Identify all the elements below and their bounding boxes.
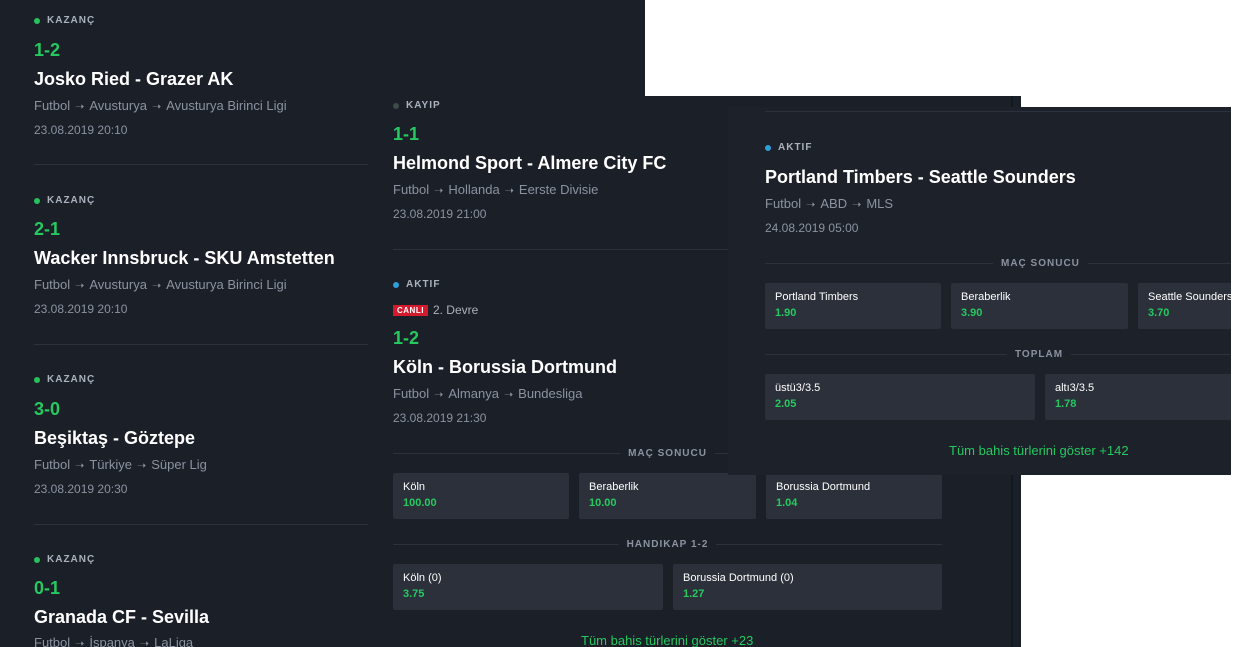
period-label: 2. Devre <box>432 303 479 317</box>
live-badge: CANLI <box>393 304 428 316</box>
match-score: 2-1 <box>34 219 61 239</box>
arrow-right-icon: ➝ <box>139 638 150 647</box>
status-label: KAZANÇ <box>34 195 95 206</box>
status-label: KAZANÇ <box>34 554 95 565</box>
arrow-right-icon: ➝ <box>852 199 862 211</box>
status-dot-icon <box>34 17 40 24</box>
odd-value: 2.05 <box>775 398 797 410</box>
match-date: 23.08.2019 20:10 <box>34 123 128 137</box>
odd-label: Köln (0) <box>403 572 442 584</box>
market-header: HANDIKAP 1-2 <box>393 539 942 550</box>
match-title: Helmond Sport - Almere City FC <box>393 153 667 173</box>
divider <box>34 344 368 345</box>
odd-button[interactable]: üstü3/3.5 2.05 <box>765 374 1035 420</box>
odd-label: altı3/3.5 <box>1055 382 1095 394</box>
match-path: Futbol ➝ Hollanda ➝ Eerste Divisie <box>393 182 599 197</box>
odd-button[interactable]: Seattle Sounders 3.70 <box>1138 283 1231 329</box>
match-path: Futbol ➝ ABD ➝ MLS <box>765 196 894 211</box>
show-all-bets-link[interactable]: Tüm bahis türlerini göster +23 <box>581 633 753 647</box>
match-title: Beşiktaş - Göztepe <box>34 428 196 448</box>
status-dot-icon <box>34 376 40 383</box>
match-score: 0-1 <box>34 578 61 598</box>
market-header: MAÇ SONUCU <box>765 258 1231 269</box>
match-title: Granada CF - Sevilla <box>34 607 210 627</box>
match-path: Futbol ➝ İspanya ➝ LaLiga <box>34 635 193 647</box>
odd-button[interactable]: Portland Timbers 1.90 <box>765 283 941 329</box>
arrow-right-icon: ➝ <box>75 460 85 472</box>
arrow-right-icon: ➝ <box>434 389 444 401</box>
odd-button[interactable]: Beraberlik 3.90 <box>951 283 1128 329</box>
odd-button[interactable]: Borussia Dortmund 1.04 <box>766 473 942 519</box>
odd-value: 1.04 <box>776 497 798 509</box>
live-indicator: CANLI 2. Devre <box>393 303 478 317</box>
arrow-right-icon: ➝ <box>434 185 444 197</box>
match-path: Futbol ➝ Avusturya ➝ Avusturya Birinci Ligi <box>34 277 287 292</box>
odd-label: Portland Timbers <box>775 291 859 303</box>
status-dot-icon <box>34 197 40 204</box>
match-title: Köln - Borussia Dortmund <box>393 357 617 377</box>
odd-value: 100.00 <box>403 497 437 509</box>
match-path: Futbol ➝ Türkiye ➝ Süper Lig <box>34 457 207 472</box>
status-dot-icon <box>765 144 771 151</box>
odd-label: Borussia Dortmund (0) <box>683 572 794 584</box>
status-label: KAZANÇ <box>34 15 95 26</box>
arrow-right-icon: ➝ <box>75 638 85 647</box>
odd-value: 1.90 <box>775 307 797 319</box>
market-header: TOPLAM <box>765 349 1231 360</box>
match-title: Josko Ried - Grazer AK <box>34 69 234 89</box>
odd-button[interactable]: altı3/3.5 1.78 <box>1045 374 1231 420</box>
arrow-right-icon: ➝ <box>75 101 85 113</box>
odd-label: üstü3/3.5 <box>775 382 821 394</box>
odd-value: 1.78 <box>1055 398 1077 410</box>
status-label: KAZANÇ <box>34 374 95 385</box>
status-label: KAYIP <box>393 100 441 111</box>
odd-label: Beraberlik <box>961 291 1011 303</box>
show-all-bets-link[interactable]: Tüm bahis türlerini göster +142 <box>949 443 1129 458</box>
status-label: AKTIF <box>765 142 812 153</box>
match-path: Futbol ➝ Almanya ➝ Bundesliga <box>393 386 583 401</box>
match-date: 24.08.2019 05:00 <box>765 221 859 235</box>
status-dot-icon <box>34 556 40 563</box>
arrow-right-icon: ➝ <box>75 280 85 292</box>
match-score: 1-2 <box>34 40 61 60</box>
odd-label: Borussia Dortmund <box>776 481 871 493</box>
match-path: Futbol ➝ Avusturya ➝ Avusturya Birinci Ligi <box>34 98 287 113</box>
divider <box>34 164 368 165</box>
match-score: 3-0 <box>34 399 61 419</box>
arrow-right-icon: ➝ <box>503 389 514 401</box>
arrow-right-icon: ➝ <box>806 199 816 211</box>
odd-button[interactable]: Beraberlik 10.00 <box>579 473 756 519</box>
odd-button[interactable]: Borussia Dortmund (0) 1.27 <box>673 564 942 610</box>
odd-label: Köln <box>403 481 426 493</box>
odd-value: 1.27 <box>683 588 705 600</box>
odd-value: 10.00 <box>589 497 617 509</box>
divider <box>34 524 368 525</box>
match-date: 23.08.2019 21:00 <box>393 207 487 221</box>
odd-value: 3.90 <box>961 307 983 319</box>
status-dot-icon <box>393 281 399 288</box>
arrow-right-icon: ➝ <box>151 280 162 292</box>
odd-label: Seattle Sounders <box>1148 291 1231 303</box>
match-title: Portland Timbers - Seattle Sounders <box>765 167 1076 187</box>
match-score: 1-2 <box>393 328 420 348</box>
odd-value: 3.75 <box>403 588 425 600</box>
match-score: 1-1 <box>393 124 420 144</box>
divider <box>765 111 1231 112</box>
status-dot-icon <box>393 102 399 109</box>
status-label: AKTIF <box>393 279 440 290</box>
match-date: 23.08.2019 20:30 <box>34 482 128 496</box>
odd-label: Beraberlik <box>589 481 639 493</box>
odd-button[interactable]: Köln 100.00 <box>393 473 569 519</box>
match-title: Wacker Innsbruck - SKU Amstetten <box>34 248 335 268</box>
right-match-panel: AKTIF Portland Timbers - Seattle Sounder… <box>728 107 1231 475</box>
odd-button[interactable]: Köln (0) 3.75 <box>393 564 663 610</box>
arrow-right-icon: ➝ <box>151 101 162 113</box>
odd-value: 3.70 <box>1148 307 1170 319</box>
match-date: 23.08.2019 20:10 <box>34 302 128 316</box>
arrow-right-icon: ➝ <box>504 185 514 197</box>
arrow-right-icon: ➝ <box>136 460 147 472</box>
match-date: 23.08.2019 21:30 <box>393 411 487 425</box>
